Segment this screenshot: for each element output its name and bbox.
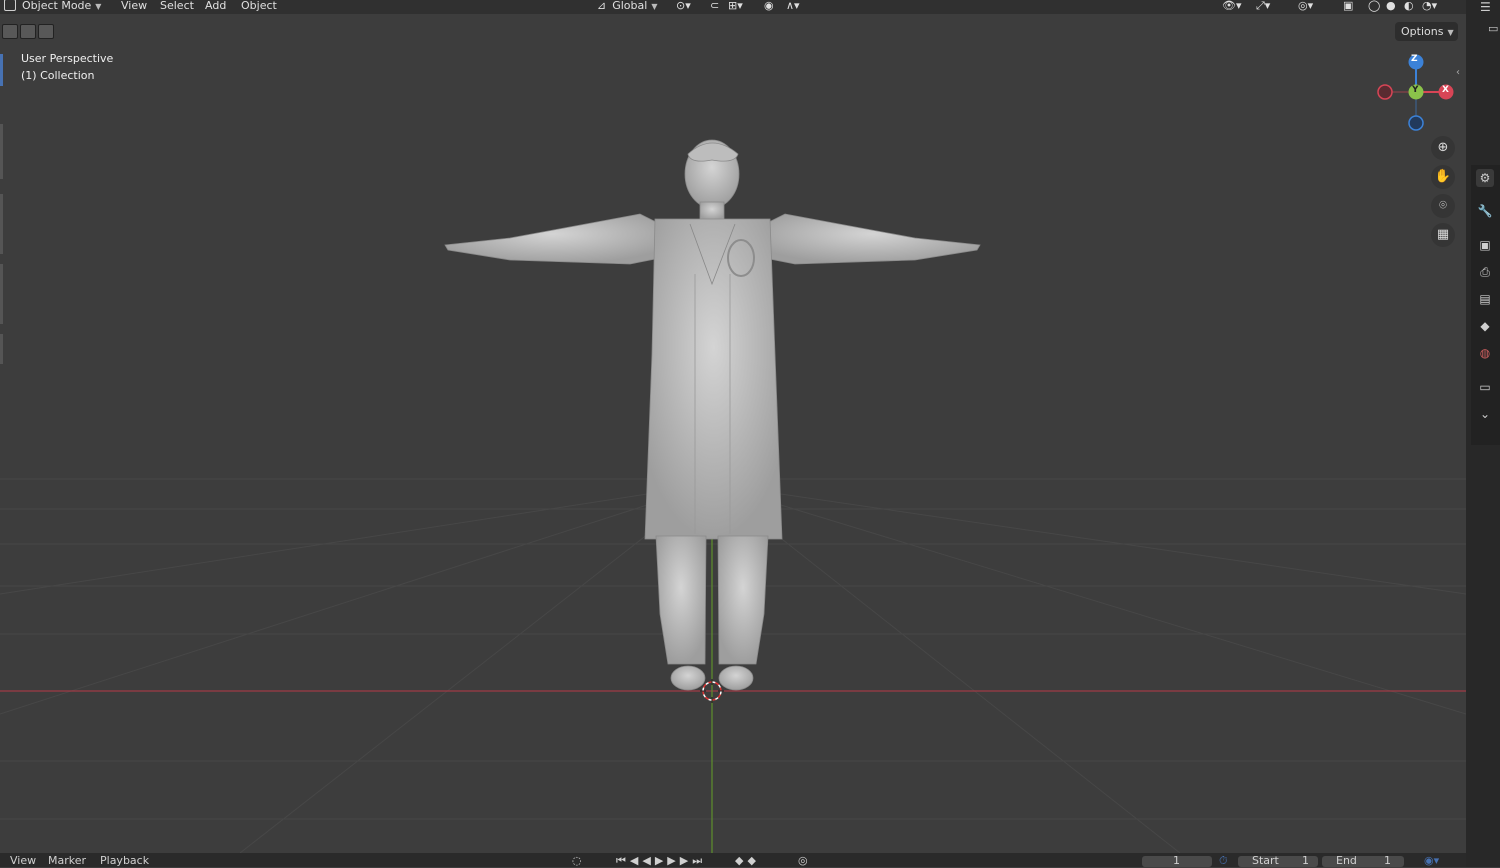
sync-icon[interactable]: ◎	[798, 854, 808, 867]
mode-label: Object Mode	[22, 0, 92, 12]
pivot-icon[interactable]: ⊙▾	[676, 0, 691, 14]
filter-icon[interactable]: ▭	[1488, 22, 1498, 35]
tool-shelf-group[interactable]	[0, 124, 3, 179]
tool-shelf-group[interactable]	[0, 334, 3, 364]
gizmo-neg-x	[1377, 84, 1393, 100]
select-subtract-icon[interactable]	[38, 24, 54, 39]
end-frame-field[interactable]	[1322, 856, 1404, 867]
select-extend-icon[interactable]	[20, 24, 36, 39]
start-value: 1	[1302, 854, 1309, 867]
menu-view[interactable]: View	[121, 0, 147, 14]
playback-options-icon[interactable]: ◉▾	[1424, 854, 1439, 867]
menu-select[interactable]: Select	[160, 0, 194, 14]
shading-wireframe-icon[interactable]: ◯	[1368, 0, 1380, 14]
timeline-menu-playback[interactable]: Playback	[100, 854, 149, 867]
falloff-icon[interactable]: ∧▾	[786, 0, 800, 14]
viewport-scene	[0, 54, 1466, 853]
shading-solid-icon[interactable]: ●	[1386, 0, 1396, 14]
gizmo-y-label[interactable]: Y	[1412, 85, 1419, 95]
viewport-header: Object Mode ▼ View Select Add Object ⊿ Glo…	[0, 0, 1466, 14]
playback-controls[interactable]: ⏮◀◀▶▶▶⏭	[616, 854, 706, 868]
selection-mode-buttons[interactable]	[2, 24, 54, 39]
options-button[interactable]: Options ▼	[1395, 22, 1458, 41]
collection-label: (1) Collection	[21, 69, 95, 82]
clock-icon[interactable]: ⏱	[1219, 854, 1228, 868]
grid-icon[interactable]: ▦	[1431, 223, 1455, 247]
start-label: Start	[1252, 854, 1279, 867]
snap-icon[interactable]: ⊂	[710, 0, 719, 14]
tool-icon[interactable]: 🔧	[1476, 202, 1494, 220]
gizmo-z-label[interactable]: Z	[1411, 54, 1418, 64]
chevron-down-icon: ▼	[651, 2, 658, 11]
chevron-left-icon[interactable]: ‹	[1456, 67, 1460, 78]
tool-shelf-group[interactable]	[0, 264, 3, 324]
proportional-edit-icon[interactable]: ◉	[764, 0, 774, 14]
zoom-icon[interactable]: ⊕	[1431, 136, 1455, 160]
transform-orientation-icon: ⊿	[597, 0, 607, 12]
gizmo-toggle-icon[interactable]: ⤢▾	[1256, 0, 1270, 14]
mode-selector[interactable]: Object Mode ▼	[4, 0, 101, 14]
keyframe-jump-icon[interactable]: ◆◆	[735, 854, 760, 867]
auto-key-icon[interactable]: ◌	[572, 854, 582, 867]
view-layer-icon[interactable]: ▤	[1476, 290, 1494, 308]
shading-rendered-icon[interactable]: ◔▾	[1422, 0, 1437, 14]
visibility-icon[interactable]: 👁▾	[1222, 0, 1242, 14]
render-icon[interactable]: ▣	[1476, 236, 1494, 254]
snap-target-icon[interactable]: ⊞▾	[728, 0, 743, 14]
scene-icon[interactable]: ◆	[1476, 317, 1494, 335]
tool-shelf-group[interactable]	[0, 194, 3, 254]
timeline-menu-view[interactable]: View	[10, 854, 36, 867]
properties-tabs: ⚙ 🔧 ▣ ⎙ ▤ ◆ ◍ ▭ ⌄	[1471, 165, 1500, 445]
hand-icon[interactable]: ✋	[1431, 165, 1455, 189]
collection-icon[interactable]: ▭	[1476, 378, 1494, 396]
options-label: Options	[1401, 25, 1444, 38]
shading-material-icon[interactable]: ◐	[1404, 0, 1414, 14]
properties-editor-icon[interactable]: ⚙	[1476, 169, 1494, 187]
gizmo-neg-z	[1408, 115, 1424, 131]
tool-shelf-active[interactable]	[0, 54, 3, 86]
world-icon[interactable]: ◍	[1476, 344, 1494, 362]
end-label: End	[1336, 854, 1357, 867]
object-mode-icon	[4, 0, 16, 11]
chevron-down-icon[interactable]: ⌄	[1476, 405, 1494, 423]
end-value: 1	[1384, 854, 1391, 867]
select-new-icon[interactable]	[2, 24, 18, 39]
chevron-down-icon: ▼	[95, 2, 102, 11]
menu-object[interactable]: Object	[241, 0, 277, 14]
current-frame-value: 1	[1173, 854, 1180, 867]
perspective-label: User Perspective	[21, 52, 114, 65]
output-icon[interactable]: ⎙	[1476, 263, 1494, 281]
gizmo-x-label[interactable]: X	[1442, 85, 1449, 95]
menu-add[interactable]: Add	[205, 0, 226, 14]
orientation-selector[interactable]: ⊿ Global ▼	[597, 0, 657, 14]
outliner-icon[interactable]: ☰	[1480, 0, 1491, 14]
3d-viewport[interactable]: User Perspective (1) Collection Options ▼…	[0, 14, 1466, 853]
camera-icon[interactable]: ⌾	[1431, 194, 1455, 218]
orientation-label: Global	[612, 0, 648, 12]
timeline-menu-marker[interactable]: Marker	[48, 854, 86, 867]
chevron-down-icon: ▼	[1447, 28, 1454, 37]
timeline-header: View Marker Playback ◌ ⏮◀◀▶▶▶⏭ ◆◆ ◎ 1 ⏱ …	[0, 853, 1466, 867]
overlay-toggle-icon[interactable]: ◎▾	[1298, 0, 1313, 14]
xray-icon[interactable]: ▣	[1343, 0, 1353, 14]
